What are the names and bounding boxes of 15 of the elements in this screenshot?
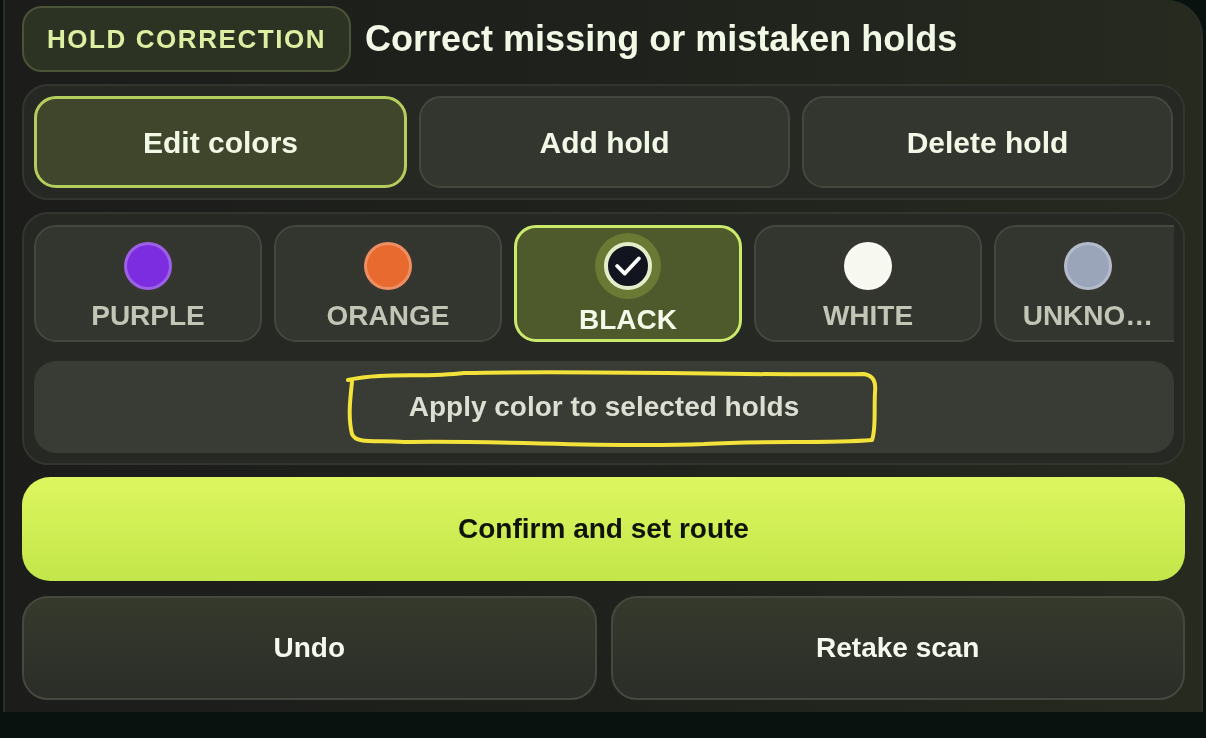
mode-tab[interactable]: Add hold xyxy=(419,96,790,188)
section-badge: HOLD CORRECTION xyxy=(22,6,352,72)
check-icon xyxy=(615,256,641,276)
mode-tab[interactable]: Edit colors xyxy=(34,96,407,188)
color-chip[interactable]: BLACK xyxy=(514,225,742,342)
color-chip[interactable]: WHITE xyxy=(754,225,982,342)
secondary-button[interactable]: Undo xyxy=(22,596,597,700)
color-chip[interactable]: ORANGE xyxy=(274,225,502,342)
color-chip[interactable]: UNKNO… xyxy=(994,225,1174,342)
secondary-button[interactable]: Retake scan xyxy=(610,596,1185,700)
confirm-route-button[interactable]: Confirm and set route xyxy=(22,477,1185,581)
panel-title: Correct missing or mistaken holds xyxy=(365,17,958,61)
mode-tab[interactable]: Delete hold xyxy=(802,96,1173,188)
apply-color-button[interactable]: Apply color to selected holds xyxy=(34,360,1174,453)
color-chip[interactable]: PURPLE xyxy=(34,225,262,342)
